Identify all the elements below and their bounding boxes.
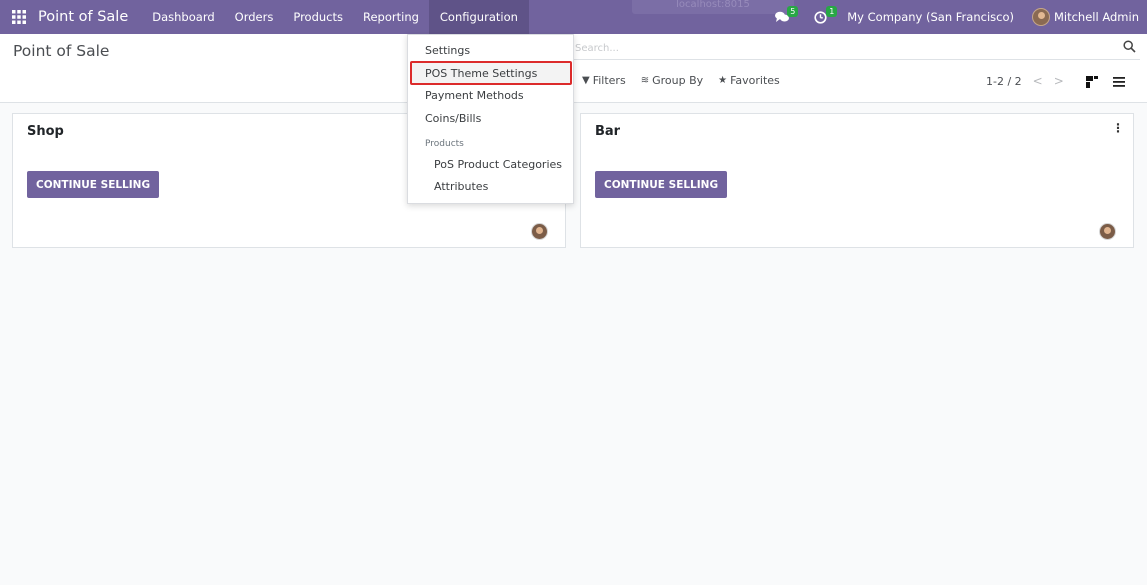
- star-icon: ★: [718, 75, 728, 86]
- messages-button[interactable]: 5: [775, 0, 799, 34]
- apps-menu-icon[interactable]: [0, 0, 38, 34]
- favorites-button[interactable]: ★ Favorites: [718, 74, 780, 87]
- chevron-right-icon[interactable]: >: [1054, 74, 1064, 88]
- chevron-left-icon[interactable]: <: [1033, 74, 1043, 88]
- filters-button[interactable]: ▼ Filters: [582, 74, 626, 87]
- user-avatar: [1031, 8, 1050, 26]
- continue-selling-button[interactable]: CONTINUE SELLING: [27, 171, 160, 198]
- page-title: Point of Sale: [13, 42, 110, 60]
- messages-badge: 5: [787, 6, 799, 17]
- card-title: Bar: [595, 124, 621, 139]
- user-menu[interactable]: Mitchell Admin: [1031, 8, 1139, 26]
- favorites-label: Favorites: [730, 74, 780, 87]
- card-avatar: [1099, 223, 1116, 240]
- nav-products[interactable]: Products: [283, 0, 353, 34]
- app-brand[interactable]: Point of Sale: [38, 9, 128, 25]
- list-view-icon[interactable]: [1112, 75, 1126, 89]
- nav-configuration[interactable]: Configuration: [428, 0, 529, 34]
- company-switcher[interactable]: My Company (San Francisco): [847, 10, 1014, 24]
- nav-dashboard[interactable]: Dashboard: [142, 0, 224, 34]
- continue-selling-button[interactable]: CONTINUE SELLING: [595, 171, 728, 198]
- search-input[interactable]: [573, 38, 1103, 58]
- configuration-dropdown: Settings POS Theme Settings Payment Meth…: [407, 34, 574, 204]
- group-by-button[interactable]: ≋ Group By: [641, 74, 703, 87]
- search-bar: [573, 38, 1140, 60]
- activities-badge: 1: [826, 6, 838, 17]
- layers-icon: ≋: [640, 75, 650, 86]
- card-avatar: [531, 223, 548, 240]
- pager-value[interactable]: 1-2 / 2: [986, 75, 1022, 88]
- activities-button[interactable]: 1: [814, 0, 838, 34]
- search-icon[interactable]: [1123, 40, 1136, 53]
- kanban-view-icon[interactable]: [1084, 74, 1100, 90]
- pos-card-bar: Bar ⋮ CONTINUE SELLING: [580, 113, 1134, 248]
- nav-reporting[interactable]: Reporting: [353, 0, 429, 34]
- filters-label: Filters: [592, 74, 626, 87]
- top-navbar: Point of Sale Dashboard Orders Products …: [0, 0, 1147, 34]
- user-name: Mitchell Admin: [1053, 10, 1139, 24]
- menu-section-products: Products: [425, 139, 464, 149]
- url-tooltip: localhost:8015: [632, 0, 794, 14]
- card-title: Shop: [27, 124, 64, 139]
- kebab-menu-icon[interactable]: ⋮: [1112, 122, 1124, 134]
- filter-icon: ▼: [582, 75, 590, 86]
- pager: 1-2 / 2 < >: [986, 74, 1064, 88]
- group-by-label: Group By: [652, 74, 704, 87]
- nav-orders[interactable]: Orders: [225, 0, 284, 34]
